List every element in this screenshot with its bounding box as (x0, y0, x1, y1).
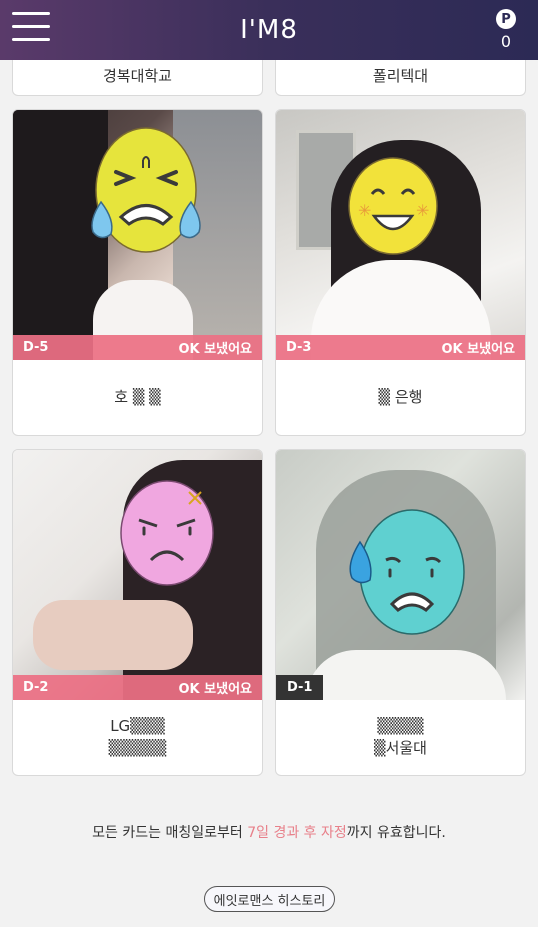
d-day-label: D-2 (23, 680, 49, 695)
note-text-before: 모든 카드는 매칭일로부터 (92, 825, 248, 841)
card-name-line: ▒ 은행 (378, 387, 423, 406)
profile-photo: D-2 OK 보냈어요 (13, 450, 262, 700)
card-name-line: 호 ▒ ▒ (114, 387, 161, 406)
card-name-line: ▒▒▒▒ (377, 716, 424, 735)
card-top-right[interactable]: 폴리텍대 (275, 60, 526, 96)
points-indicator[interactable]: P 0 (496, 9, 516, 51)
points-count: 0 (500, 32, 512, 51)
card-name-line: ▒▒▒▒▒ (108, 738, 167, 757)
angry-face-icon (120, 480, 214, 586)
card-name-block: 호 ▒ ▒ (13, 360, 262, 435)
validity-note: 모든 카드는 매칭일로부터 7일 경과 후 자정까지 유효합니다. (0, 822, 538, 842)
card-name: 폴리텍대 (372, 67, 429, 86)
note-text-after: 까지 유효합니다. (346, 825, 446, 841)
ok-status-label: OK 보냈어요 (178, 342, 253, 357)
card-name: 경복대학교 (102, 67, 172, 86)
card-name-block: ▒ 은행 (276, 360, 525, 435)
card-name-block: LG▒▒▒ ▒▒▒▒▒ (13, 700, 262, 775)
d-day-label: D-1 (276, 675, 324, 700)
note-highlight: 7일 경과 후 자정 (247, 825, 347, 841)
status-bar: D-2 OK 보냈어요 (13, 675, 262, 700)
svg-text:✳: ✳ (358, 201, 371, 220)
points-icon: P (496, 9, 516, 29)
app-logo: I'M8 (240, 15, 298, 45)
card-name-block: ▒▒▒▒ ▒서울대 (276, 700, 525, 775)
profile-card-1[interactable]: D-5 OK 보냈어요 호 ▒ ▒ (12, 109, 263, 436)
svg-text:✳: ✳ (416, 201, 429, 220)
crying-face-icon (91, 127, 201, 253)
top-header: I'M8 P 0 (0, 0, 538, 60)
sweating-face-icon (349, 509, 465, 635)
profile-photo: ✳ ✳ D-3 OK 보냈어요 (276, 110, 525, 360)
profile-photo: D-1 (276, 450, 525, 700)
app-screen: I'M8 P 0 경복대학교 폴리텍대 D-5 OK 보냈어요 호 ▒ ▒ ✳ … (0, 0, 538, 927)
ok-status-label: OK 보냈어요 (178, 682, 253, 697)
smiling-face-icon: ✳ ✳ (348, 157, 438, 255)
card-name-line: LG▒▒▒ (110, 716, 165, 735)
ok-status-label: OK 보냈어요 (441, 342, 516, 357)
status-bar: D-1 (276, 675, 525, 700)
d-day-label: D-5 (23, 340, 49, 355)
profile-card-3[interactable]: D-2 OK 보냈어요 LG▒▒▒ ▒▒▒▒▒ (12, 449, 263, 776)
card-top-left[interactable]: 경복대학교 (12, 60, 263, 96)
card-name-line: ▒서울대 (374, 738, 427, 757)
profile-card-2[interactable]: ✳ ✳ D-3 OK 보냈어요 ▒ 은행 (275, 109, 526, 436)
profile-card-4[interactable]: D-1 ▒▒▒▒ ▒서울대 (275, 449, 526, 776)
hamburger-icon[interactable] (12, 12, 50, 44)
romance-history-button[interactable]: 에잇로맨스 히스토리 (204, 886, 335, 912)
d-day-label: D-3 (286, 340, 312, 355)
status-bar: D-3 OK 보냈어요 (276, 335, 525, 360)
profile-photo: D-5 OK 보냈어요 (13, 110, 262, 360)
status-bar: D-5 OK 보냈어요 (13, 335, 262, 360)
